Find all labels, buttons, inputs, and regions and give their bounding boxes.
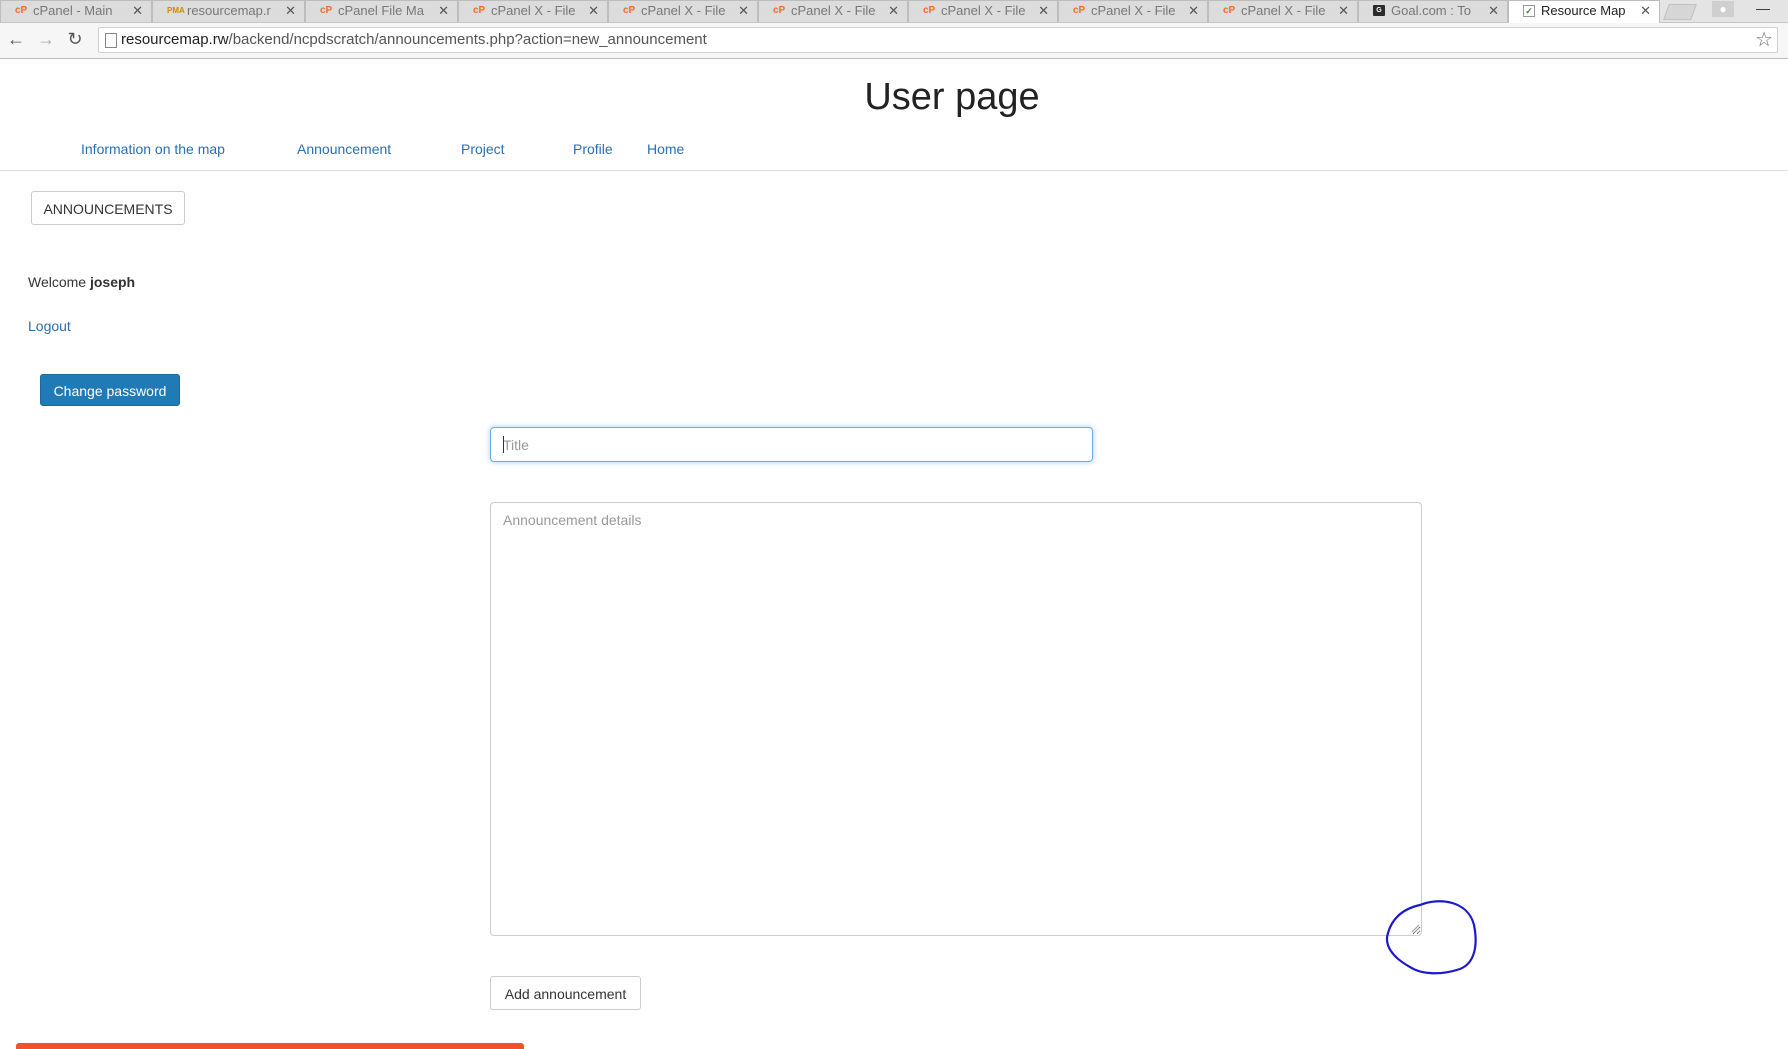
close-tab-icon[interactable]: ✕ (285, 1, 296, 21)
new-tab-button[interactable] (1663, 4, 1697, 20)
close-tab-icon[interactable]: ✕ (738, 1, 749, 21)
profile-icon[interactable]: ● (1712, 1, 1734, 17)
minimize-icon[interactable]: — (1748, 0, 1778, 18)
browser-tab[interactable]: cP cPanel X - File ✕ (758, 0, 908, 22)
browser-tab[interactable]: cP cPanel - Main ✕ (0, 0, 152, 22)
close-tab-icon[interactable]: ✕ (1488, 1, 1499, 21)
nav-link-profile[interactable]: Profile (573, 141, 613, 157)
nav-divider (0, 170, 1788, 171)
browser-tab[interactable]: cP cPanel X - File ✕ (1058, 0, 1208, 22)
annotation-circle (1385, 900, 1477, 975)
add-announcement-button[interactable]: Add announcement (490, 976, 641, 1010)
tab-title: cPanel X - File (1241, 3, 1326, 18)
close-tab-icon[interactable]: ✕ (588, 1, 599, 21)
cpanel-icon: cP (1073, 5, 1086, 16)
browser-tab-strip: cP cPanel - Main ✕ PMA resourcemap.r ✕ c… (0, 0, 1788, 23)
browser-tab[interactable]: cP cPanel X - File ✕ (1208, 0, 1358, 22)
browser-tab-active[interactable]: ✓ Resource Map ✕ (1508, 0, 1660, 23)
change-password-button[interactable]: Change password (40, 374, 180, 406)
url-text: resourcemap.rw/backend/ncpdscratch/annou… (121, 31, 707, 48)
cpanel-icon: cP (320, 5, 333, 16)
phpmyadmin-icon: PMA (167, 6, 185, 15)
close-tab-icon[interactable]: ✕ (438, 1, 449, 21)
back-arrow-icon[interactable]: ← (4, 28, 28, 50)
tab-title: cPanel X - File (941, 3, 1026, 18)
bookmark-star-icon[interactable]: ☆ (1755, 29, 1773, 51)
browser-tab[interactable]: PMA resourcemap.r ✕ (152, 0, 305, 22)
cpanel-icon: cP (15, 5, 28, 16)
cpanel-icon: cP (923, 5, 936, 16)
title-input[interactable] (490, 427, 1093, 462)
username: joseph (89, 274, 136, 290)
bottom-progress-bar (16, 1043, 524, 1049)
close-tab-icon[interactable]: ✕ (888, 1, 899, 21)
tab-title: cPanel X - File (1091, 3, 1176, 18)
tab-title: cPanel - Main (33, 3, 113, 18)
tab-title: cPanel File Ma (338, 3, 424, 18)
close-tab-icon[interactable]: ✕ (1188, 1, 1199, 21)
browser-tab[interactable]: cP cPanel X - File ✕ (608, 0, 758, 22)
tab-title: cPanel X - File (791, 3, 876, 18)
cpanel-icon: cP (473, 5, 486, 16)
announcement-details-textarea[interactable] (490, 502, 1422, 936)
browser-tab[interactable]: cP cPanel X - File ✕ (458, 0, 608, 22)
cpanel-icon: cP (773, 5, 786, 16)
tab-title: resourcemap.r (187, 3, 271, 18)
resource-map-icon: ✓ (1523, 5, 1535, 17)
nav-link-home[interactable]: Home (647, 141, 684, 157)
welcome-text: Welcome joseph (28, 274, 136, 290)
goal-icon: G (1373, 5, 1385, 16)
browser-tab[interactable]: G Goal.com : To ✕ (1358, 0, 1508, 22)
tab-title: cPanel X - File (491, 3, 576, 18)
page-icon (105, 33, 117, 48)
cpanel-icon: cP (623, 5, 636, 16)
tab-title: Goal.com : To (1391, 3, 1471, 18)
tab-title: Resource Map (1541, 3, 1626, 18)
page-title: User page (864, 76, 1040, 118)
nav-link-announcement[interactable]: Announcement (297, 141, 391, 157)
logout-link[interactable]: Logout (28, 318, 71, 334)
text-caret (503, 436, 504, 453)
close-tab-icon[interactable]: ✕ (132, 1, 143, 21)
browser-tab[interactable]: cP cPanel X - File ✕ (908, 0, 1058, 22)
browser-toolbar: ← → ↻ resourcemap.rw/backend/ncpdscratch… (0, 23, 1788, 59)
close-tab-icon[interactable]: ✕ (1338, 1, 1349, 21)
nav-link-project[interactable]: Project (461, 141, 505, 157)
cpanel-icon: cP (1223, 5, 1236, 16)
close-tab-icon[interactable]: ✕ (1640, 1, 1651, 21)
reload-icon[interactable]: ↻ (63, 28, 87, 50)
address-bar[interactable]: resourcemap.rw/backend/ncpdscratch/annou… (98, 27, 1778, 53)
close-tab-icon[interactable]: ✕ (1038, 1, 1049, 21)
browser-tab[interactable]: cP cPanel File Ma ✕ (305, 0, 458, 22)
nav-link-information-on-the-map[interactable]: Information on the map (81, 141, 225, 157)
tab-title: cPanel X - File (641, 3, 726, 18)
forward-arrow-icon[interactable]: → (34, 28, 58, 50)
announcements-button[interactable]: ANNOUNCEMENTS (31, 191, 185, 225)
